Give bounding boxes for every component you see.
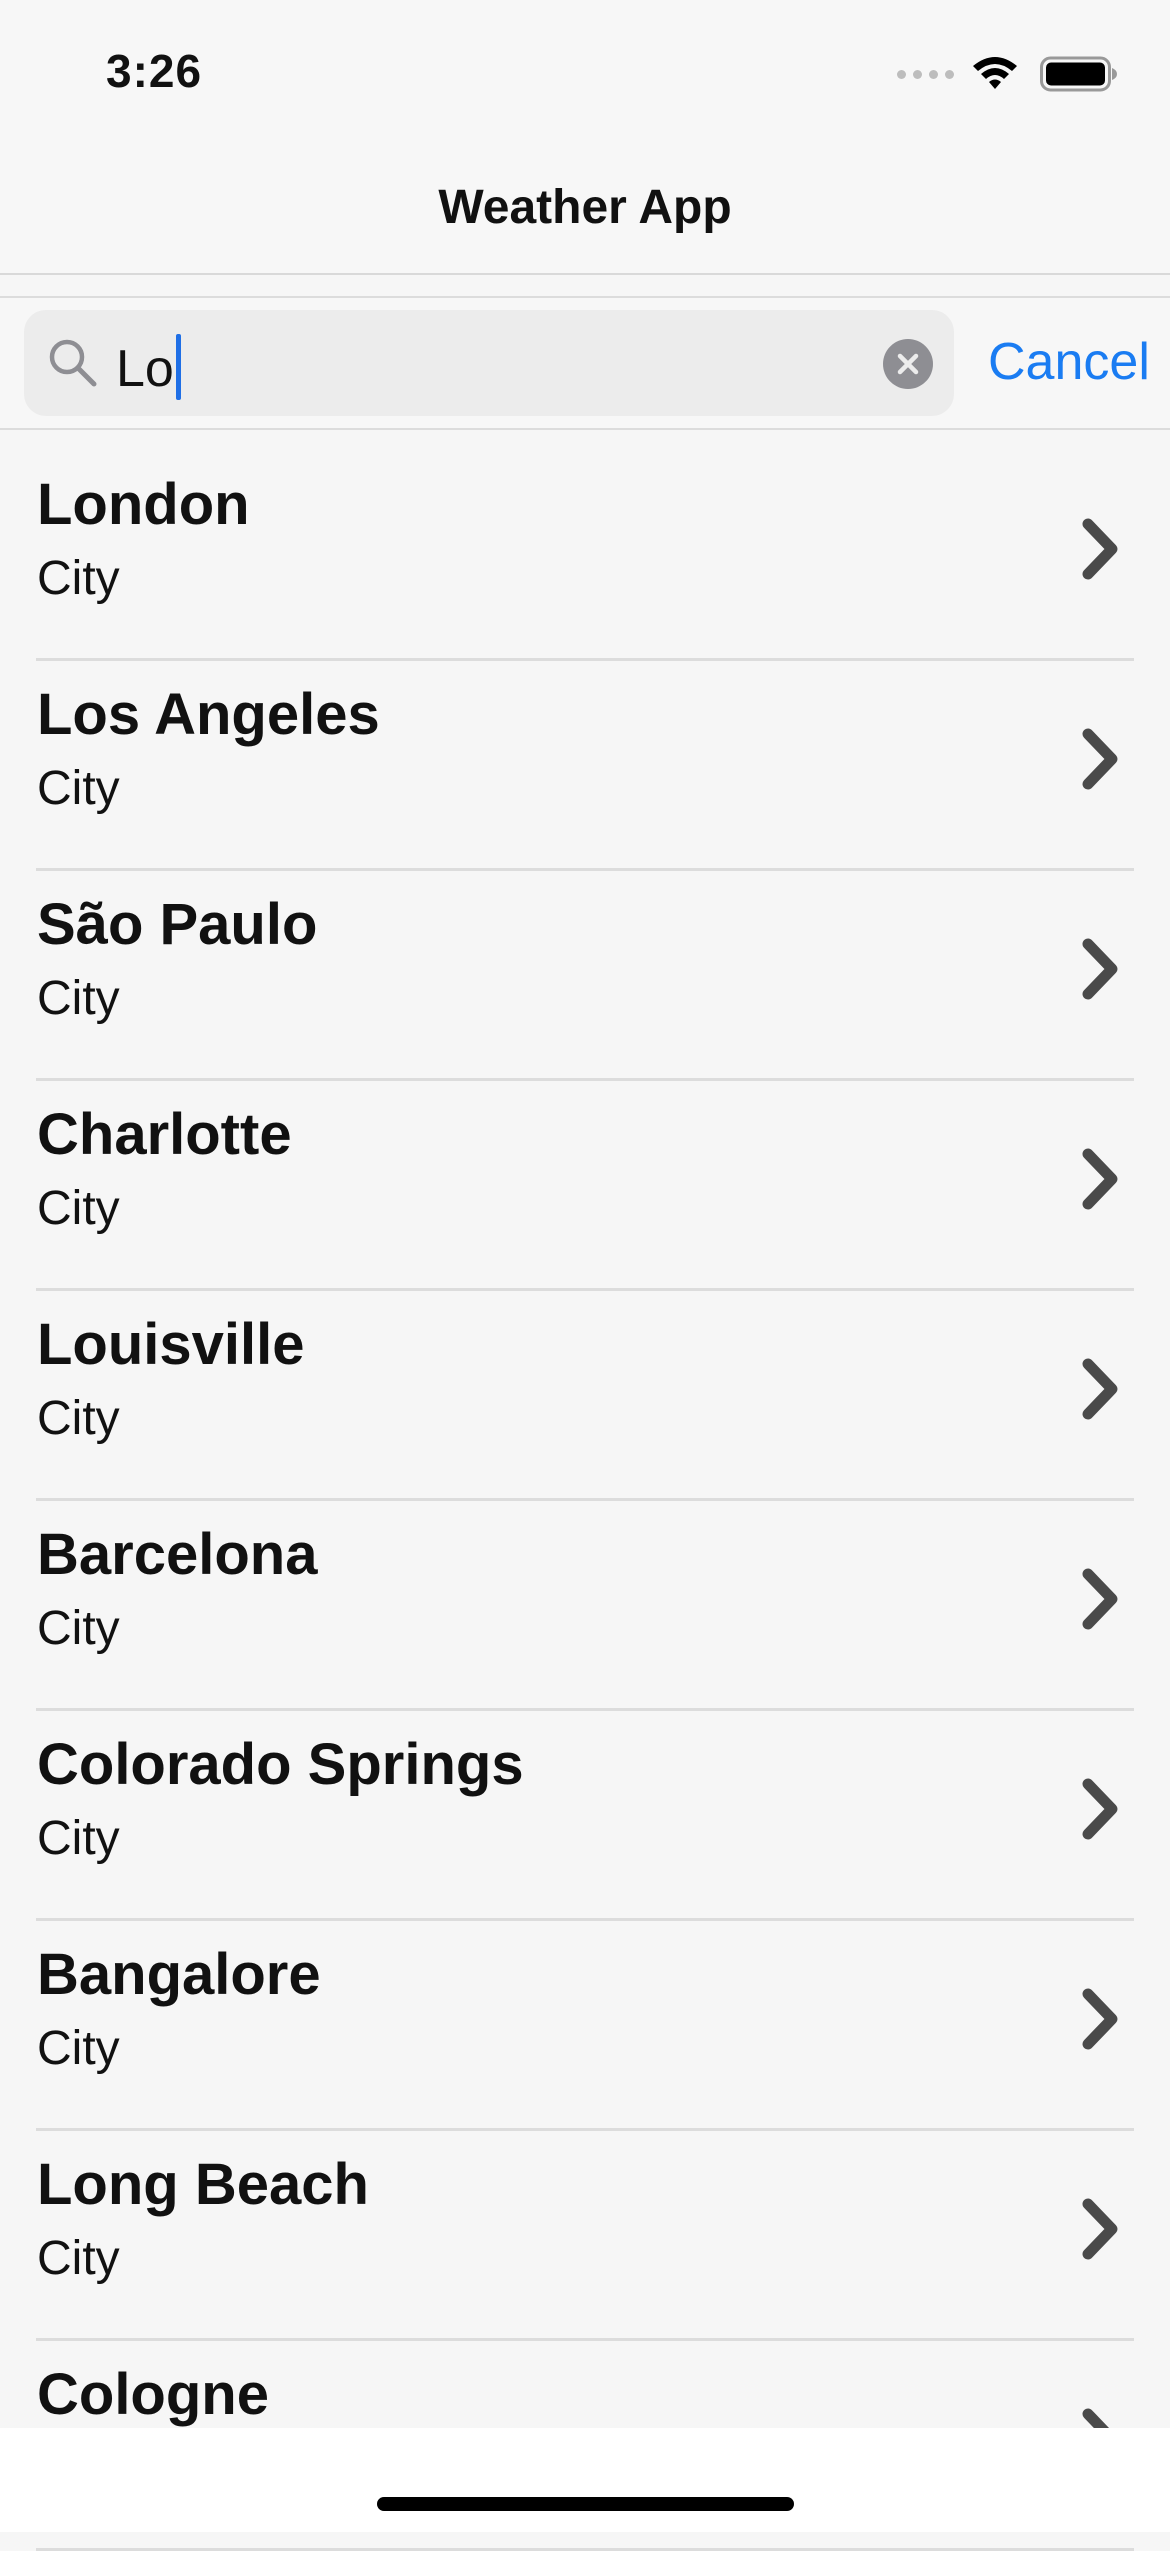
location-type: City <box>37 972 120 1025</box>
chevron-right-icon <box>1082 1568 1118 1630</box>
location-type: City <box>37 1812 120 1865</box>
list-item-barcelona[interactable]: Barcelona City <box>0 1501 1170 1711</box>
location-type: City <box>37 1182 120 1235</box>
cellular-signal-icon <box>897 69 954 79</box>
list-item-colorado-springs[interactable]: Colorado Springs City <box>0 1711 1170 1921</box>
location-type: City <box>37 2232 120 2285</box>
list-item-long-beach[interactable]: Long Beach City <box>0 2131 1170 2341</box>
battery-icon <box>1040 56 1117 92</box>
home-indicator-area <box>0 2428 1170 2532</box>
location-type: City <box>37 1602 120 1655</box>
city-name: São Paulo <box>37 892 318 957</box>
list-item-london[interactable]: London City <box>0 451 1170 661</box>
chevron-right-icon <box>1082 1148 1118 1210</box>
city-name: London <box>37 472 250 537</box>
clear-text-icon[interactable] <box>882 338 934 390</box>
city-name: Los Angeles <box>37 682 380 747</box>
search-field[interactable]: Lo <box>24 310 954 416</box>
chevron-right-icon <box>1082 518 1118 580</box>
location-type: City <box>37 762 120 815</box>
search-bar: Lo Cancel <box>0 296 1170 430</box>
search-query: Lo <box>116 340 174 398</box>
status-icons <box>897 55 1118 93</box>
list-item-los-angeles[interactable]: Los Angeles City <box>0 661 1170 871</box>
chevron-right-icon <box>1082 2198 1118 2260</box>
city-name: Colorado Springs <box>37 1732 524 1797</box>
location-type: City <box>37 552 120 605</box>
navigation-bar: Weather App <box>0 140 1170 275</box>
status-bar: 3:26 <box>0 0 1170 140</box>
city-name: Bangalore <box>37 1942 321 2007</box>
search-input[interactable]: Lo <box>116 334 181 400</box>
city-name: Charlotte <box>37 1102 292 1167</box>
results-list: London City Los Angeles City São Paulo C… <box>0 451 1170 2551</box>
location-type: City <box>37 1392 120 1445</box>
city-name: Cologne <box>37 2362 269 2427</box>
city-name: Long Beach <box>37 2152 369 2217</box>
cancel-button[interactable]: Cancel <box>988 332 1150 392</box>
chevron-right-icon <box>1082 728 1118 790</box>
location-type: City <box>37 2022 120 2075</box>
list-item-louisville[interactable]: Louisville City <box>0 1291 1170 1501</box>
search-icon <box>49 339 97 387</box>
chevron-right-icon <box>1082 1358 1118 1420</box>
chevron-right-icon <box>1082 938 1118 1000</box>
status-time: 3:26 <box>106 45 203 97</box>
city-name: Louisville <box>37 1312 305 1377</box>
list-item-sao-paulo[interactable]: São Paulo City <box>0 871 1170 1081</box>
list-item-charlotte[interactable]: Charlotte City <box>0 1081 1170 1291</box>
page-title: Weather App <box>438 181 732 234</box>
home-indicator[interactable] <box>377 2497 794 2511</box>
wifi-icon <box>973 57 1017 89</box>
chevron-right-icon <box>1082 1778 1118 1840</box>
text-caret <box>175 334 181 400</box>
list-item-bangalore[interactable]: Bangalore City <box>0 1921 1170 2131</box>
chevron-right-icon <box>1082 1988 1118 2050</box>
city-name: Barcelona <box>37 1522 318 1587</box>
